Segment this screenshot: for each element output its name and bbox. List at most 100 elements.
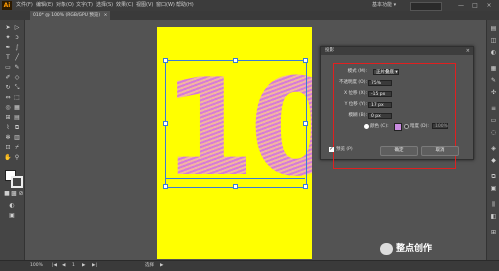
symbols-panel-icon[interactable]: ✣ [489,88,498,97]
artboards-panel-icon[interactable]: ▣ [489,184,498,193]
mode-value: 正片叠底 [376,70,394,75]
type-tool-icon[interactable]: T [4,54,12,62]
rectangle-tool-icon[interactable]: ▭ [4,64,12,72]
opacity-input[interactable]: 75% [368,80,392,86]
swatches-panel-icon[interactable]: ▦ [489,64,498,73]
libraries-panel-icon[interactable]: ◫ [489,36,498,45]
handle-bottom-center[interactable] [233,184,238,189]
shadow-color-swatch[interactable] [394,123,402,131]
watermark-text: 整点创作 [396,244,433,254]
shape-builder-tool-icon[interactable]: ◎ [4,104,12,112]
mode-select[interactable]: 正片叠底 ▾ [373,69,399,75]
menu-select[interactable]: 选择(S) [96,0,113,11]
opacity-label: 不透明度 (O): [339,80,367,85]
pen-tool-icon[interactable]: ✒ [4,44,12,52]
blur-input[interactable]: 0 px [368,113,392,119]
cancel-button[interactable]: 取消 [421,146,459,156]
eraser-tool-icon[interactable]: ◇ [13,74,21,82]
blur-row: 模糊 (B): [337,112,367,119]
handle-top-center[interactable] [233,58,238,63]
blend-tool-icon[interactable]: ⧉ [13,124,21,132]
rotate-tool-icon[interactable]: ↻ [4,84,12,92]
align-panel-icon[interactable]: ⫼ [489,200,498,209]
workspace-switcher[interactable]: 基本功能 ▾ [372,1,396,10]
zoom-tool-icon[interactable]: ⚲ [13,154,21,162]
minimize-button[interactable]: — [456,1,466,10]
handle-top-right[interactable] [303,58,308,63]
stroke-color-swatch[interactable] [11,176,23,188]
gradient-tool-icon[interactable]: ▤ [13,114,21,122]
selection-tool-icon[interactable]: ➤ [4,24,12,32]
artboard-tool-icon[interactable]: ⊡ [4,144,12,152]
stroke-panel-icon[interactable]: ≡ [489,104,498,113]
eyedropper-tool-icon[interactable]: ⌇ [4,124,12,132]
handle-bottom-left[interactable] [163,184,168,189]
x-offset-input[interactable]: -15 px [368,91,392,97]
menu-help[interactable]: 帮助(H) [176,0,194,11]
baseline-guide [165,178,305,179]
darkness-radio[interactable] [404,124,409,129]
preview-checkbox[interactable]: ✓ [329,147,334,152]
brushes-panel-icon[interactable]: ✎ [489,76,498,85]
dialog-close-icon[interactable]: × [466,47,470,55]
close-window-button[interactable]: × [484,1,494,10]
perspective-grid-tool-icon[interactable]: ▦ [13,104,21,112]
color-radio[interactable] [364,124,369,129]
illustrator-logo: Ai [2,1,12,10]
properties-panel-icon[interactable]: ▤ [489,24,498,33]
menu-edit[interactable]: 编辑(E) [36,0,53,11]
layers-panel-icon[interactable]: ⧉ [489,172,498,181]
opacity-row: 不透明度 (O): [337,79,367,86]
ok-button[interactable]: 确定 [380,146,418,156]
status-bar: 100% |◀ ◀ 1 ▶ ▶| 选择 ▶ [0,260,499,271]
gradient-panel-icon[interactable]: ▭ [489,116,498,125]
menu-effect[interactable]: 效果(C) [116,0,133,11]
menu-object[interactable]: 对象(O) [56,0,74,11]
drawing-mode-icon[interactable]: ◐ [8,202,16,210]
tools-panel: ➤ ▷ ✦ ↄ ✒ ∫ T ╱ ▭ ✎ ✐ ◇ ↻ ⤡ ⇔ ⬚ ◎ ▦ ⊞ ▤ … [0,20,25,260]
shaper-tool-icon[interactable]: ✐ [4,74,12,82]
color-panel-icon[interactable]: ◐ [489,48,498,57]
transform-panel-icon[interactable]: ⊞ [489,228,498,237]
mesh-tool-icon[interactable]: ⊞ [4,114,12,122]
maximize-button[interactable]: □ [470,1,480,10]
curvature-tool-icon[interactable]: ∫ [13,44,21,52]
dialog-title: 投影 [321,47,473,55]
appearance-panel-icon[interactable]: ◈ [489,144,498,153]
screen-mode-icon[interactable]: ▣ [8,212,16,220]
graphic-styles-panel-icon[interactable]: ◆ [489,156,498,165]
handle-bottom-right[interactable] [303,184,308,189]
menu-window[interactable]: 窗口(W) [156,0,175,11]
search-input[interactable] [410,2,442,11]
menu-type[interactable]: 文字(T) [76,0,93,11]
handle-top-left[interactable] [163,58,168,63]
menu-view[interactable]: 视图(V) [136,0,153,11]
column-graph-tool-icon[interactable]: ▥ [13,134,21,142]
mode-row: 模式 (M): [337,68,367,75]
pathfinder-panel-icon[interactable]: ◧ [489,212,498,221]
scale-tool-icon[interactable]: ⤡ [13,84,21,92]
line-tool-icon[interactable]: ╱ [13,54,21,62]
paintbrush-tool-icon[interactable]: ✎ [13,64,21,72]
none-mode-icon[interactable]: ⊘ [17,190,25,198]
lasso-tool-icon[interactable]: ↄ [13,34,21,42]
preview-label: 预览 (P) [336,147,353,152]
menu-file[interactable]: 文件(F) [16,0,33,11]
document-tab-bar: 010* @ 100% (RGB/GPU 预览) × [0,11,499,20]
transparency-panel-icon[interactable]: ◌ [489,128,498,137]
free-transform-tool-icon[interactable]: ⬚ [13,94,21,102]
symbol-sprayer-tool-icon[interactable]: ✻ [4,134,12,142]
handle-middle-left[interactable] [163,121,168,126]
direct-selection-tool-icon[interactable]: ▷ [13,24,21,32]
width-tool-icon[interactable]: ⇔ [4,94,12,102]
document-tab[interactable]: 010* @ 100% (RGB/GPU 预览) × [30,11,111,20]
selection-bounding-box [165,60,307,188]
y-offset-input[interactable]: 17 px [368,102,392,108]
handle-middle-right[interactable] [303,121,308,126]
slice-tool-icon[interactable]: ⌿ [13,144,21,152]
tab-close-icon[interactable]: × [104,13,108,18]
darkness-input[interactable]: 100% [432,123,448,129]
hand-tool-icon[interactable]: ✋ [4,154,12,162]
magic-wand-tool-icon[interactable]: ✦ [4,34,12,42]
x-offset-row: X 位移 (X): [337,90,367,97]
